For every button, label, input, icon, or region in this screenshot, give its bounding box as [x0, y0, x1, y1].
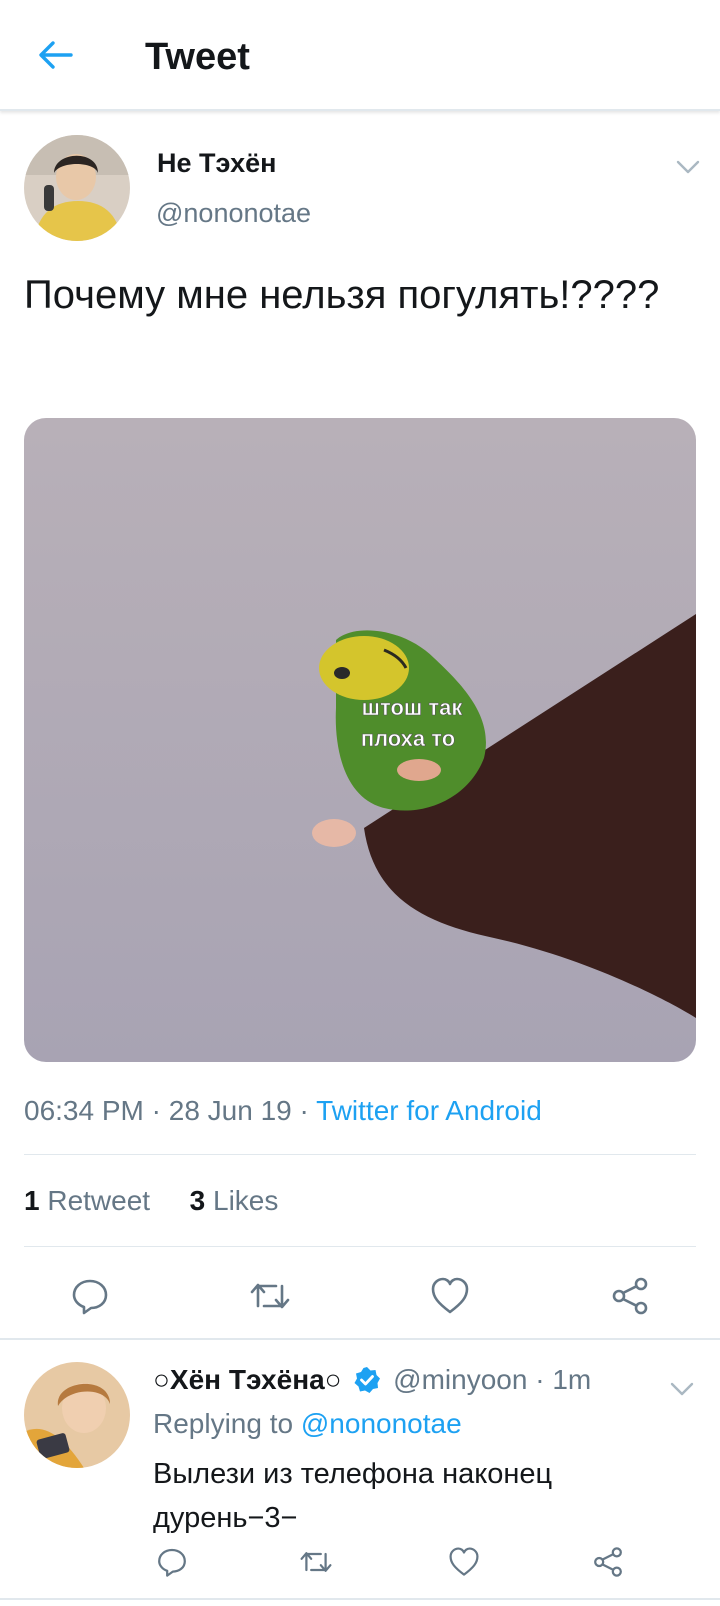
author-avatar[interactable] [24, 135, 130, 241]
chevron-down-icon [676, 160, 700, 174]
like-button[interactable] [422, 1268, 478, 1324]
reply-author-avatar[interactable] [24, 1362, 130, 1468]
like-label: Likes [213, 1185, 279, 1216]
arrow-left-icon [39, 41, 73, 69]
retweet-stat[interactable]: 1 Retweet [24, 1185, 158, 1216]
retweet-icon [300, 1552, 332, 1572]
reply-separator: · [535, 1364, 545, 1395]
replying-to-mention[interactable]: @nononotae [301, 1408, 462, 1439]
media-caption-line-1: штош так [362, 695, 464, 720]
author-name[interactable]: Не Тэхён [157, 148, 276, 179]
back-button[interactable] [30, 32, 80, 78]
reply-reply-button[interactable] [150, 1540, 194, 1584]
reply-header: ○Хён Тэхёна○ @minyoon · 1m [153, 1364, 591, 1396]
verified-badge-icon [354, 1367, 381, 1393]
tweet-timestamp: 06:34 PM · 28 Jun 19 · Twitter for Andro… [24, 1095, 542, 1126]
retweet-icon [250, 1283, 290, 1309]
like-icon [431, 1277, 469, 1314]
reply-share-button[interactable] [586, 1540, 630, 1584]
reply-menu-button[interactable] [662, 1374, 702, 1404]
reply-time: 1m [552, 1364, 592, 1395]
media-caption-line-2: плоха то [361, 726, 455, 751]
author-handle[interactable]: @nononotae [156, 198, 311, 229]
share-button[interactable] [602, 1268, 658, 1324]
reply-text: Вылези из телефона наконец дурень−3− [153, 1458, 553, 1534]
top-app-bar: Tweet [0, 0, 720, 111]
divider [24, 1246, 696, 1247]
replying-to-line: Replying to @nononotae [153, 1408, 462, 1440]
tweet-media-image[interactable]: штош так плоха то [24, 418, 696, 1062]
reply-like-button[interactable] [442, 1540, 486, 1584]
tweet-text: Почему мне нельзя погулять!???? [24, 273, 660, 317]
reply-icon [158, 1548, 186, 1577]
reply-author-name[interactable]: ○Хён Тэхёна○ [153, 1364, 342, 1395]
like-count: 3 [189, 1185, 206, 1216]
like-stat[interactable]: 3 Likes [190, 1185, 279, 1216]
retweet-button[interactable] [242, 1268, 298, 1324]
tweet-date: 28 Jun 19 [168, 1095, 292, 1126]
reply-author-handle[interactable]: @minyoon [393, 1364, 527, 1395]
tweet-stats: 1 Retweet 3 Likes [24, 1185, 278, 1217]
page-title: Tweet [145, 36, 250, 78]
retweet-count: 1 [24, 1185, 40, 1216]
replying-to-label: Replying to [153, 1408, 294, 1439]
divider [0, 1338, 720, 1340]
tweet-source-link[interactable]: Twitter for Android [316, 1095, 542, 1126]
divider [0, 1598, 720, 1600]
divider [24, 1154, 696, 1155]
retweet-label: Retweet [47, 1185, 151, 1216]
share-icon [612, 1277, 648, 1315]
like-icon [449, 1547, 479, 1576]
chevron-down-icon [670, 1382, 694, 1396]
reply-retweet-button[interactable] [294, 1540, 338, 1584]
reply-icon [72, 1279, 108, 1315]
tweet-time: 06:34 PM [24, 1095, 144, 1126]
tweet-menu-button[interactable] [668, 152, 708, 182]
share-icon [594, 1547, 622, 1577]
reply-button[interactable] [62, 1268, 118, 1324]
